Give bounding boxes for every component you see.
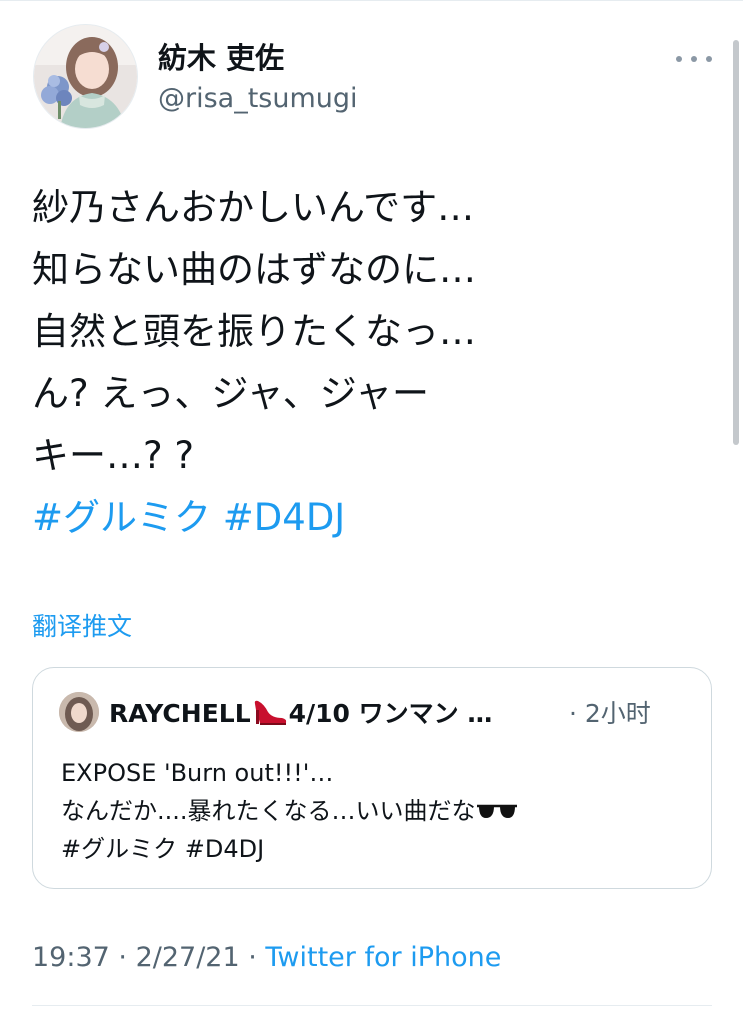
tweet-line: キー…? ? [32, 434, 195, 477]
tweet-source-link[interactable]: Twitter for iPhone [265, 942, 501, 973]
quoted-author-avatar[interactable] [59, 692, 99, 732]
meta-separator: · [239, 942, 266, 973]
hashtag-row: #グルミク #D4DJ [32, 487, 692, 549]
author-handle[interactable]: @risa_tsumugi [158, 82, 358, 116]
tweet-line: 紗乃さんおかしいんです… [32, 186, 475, 229]
tweet-line: ん? えっ、ジャ、ジャー [32, 372, 429, 415]
quoted-tweet-body: EXPOSE 'Burn out!!!'… なんだか....暴れたくなる…いい曲… [61, 754, 691, 868]
quoted-author-name-prefix: RAYCHELL [109, 699, 251, 728]
tweet-date[interactable]: 2/27/21 [136, 942, 240, 973]
sunglasses-icon [476, 794, 518, 832]
quoted-tweet-line-text: なんだか....暴れたくなる…いい曲だな [61, 797, 476, 825]
hashtag-link-d4dj[interactable]: #D4DJ [223, 496, 345, 539]
quoted-tweet-card[interactable]: RAYCHELL 4/10 ワンマン … · 2小时 EXPOSE 'Burn … [32, 667, 712, 889]
quoted-author-name-suffix: 4/10 ワンマン … [288, 699, 493, 728]
avatar-image [34, 25, 137, 128]
quoted-author-name[interactable]: RAYCHELL 4/10 ワンマン … [109, 697, 492, 735]
tweet-time[interactable]: 19:37 [32, 942, 110, 973]
quoted-tweet-time[interactable]: · 2小时 [569, 697, 651, 731]
quoted-avatar-image [59, 692, 99, 732]
hashtag-link-gurumiku[interactable]: #グルミク [32, 496, 211, 539]
tweet-meta: 19:37 · 2/27/21 · Twitter for iPhone [32, 940, 501, 976]
high-heel-icon [252, 698, 288, 735]
tweet-text: 紗乃さんおかしいんです… 知らない曲のはずなのに… 自然と頭を振りたくなっ… ん… [32, 177, 692, 549]
tweet-line: 知らない曲のはずなのに… [32, 248, 476, 291]
translate-tweet-link[interactable]: 翻译推文 [32, 610, 132, 644]
author-display-name[interactable]: 紡木 吏佐 [158, 40, 284, 76]
quoted-tweet-hashtags: #グルミク #D4DJ [61, 835, 265, 863]
quoted-tweet-line: EXPOSE 'Burn out!!!'… [61, 759, 334, 787]
top-divider [0, 0, 743, 1]
author-avatar[interactable] [33, 24, 138, 129]
meta-separator: · [109, 942, 136, 973]
tweet-line: 自然と頭を振りたくなっ… [32, 310, 476, 353]
scrollbar[interactable] [733, 40, 739, 445]
bottom-divider [32, 1005, 712, 1006]
quoted-tweet-line-with-emoji: なんだか....暴れたくなる…いい曲だな [61, 792, 691, 830]
more-options-icon[interactable] [676, 46, 712, 72]
